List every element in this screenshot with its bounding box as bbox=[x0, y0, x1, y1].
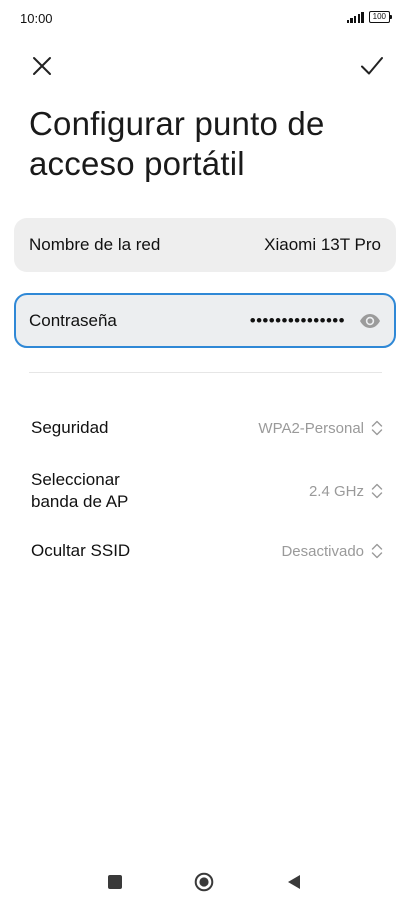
close-button[interactable] bbox=[30, 54, 54, 78]
password-label: Contraseña bbox=[29, 310, 117, 330]
band-setting[interactable]: Seleccionar banda de AP 2.4 GHz bbox=[31, 468, 383, 514]
battery-level: 100 bbox=[372, 12, 386, 21]
close-icon bbox=[33, 57, 51, 75]
network-name-label: Nombre de la red bbox=[29, 235, 161, 254]
security-setting[interactable]: Seguridad WPA2-Personal bbox=[31, 415, 383, 441]
password-value: ••••••••••••••• bbox=[249, 310, 345, 330]
security-value: WPA2-Personal bbox=[258, 419, 364, 437]
password-field[interactable]: Contraseña ••••••••••••••• bbox=[14, 293, 396, 348]
battery-icon: 100 bbox=[368, 11, 393, 23]
eye-icon[interactable] bbox=[359, 313, 381, 329]
hide-ssid-label: Ocultar SSID bbox=[31, 541, 131, 560]
band-value: 2.4 GHz bbox=[308, 482, 364, 500]
up-down-chevron-icon bbox=[371, 483, 383, 499]
checkmark-icon bbox=[361, 57, 383, 75]
page-title: Configurar punto de acceso portátil bbox=[29, 105, 325, 182]
navigation-bar bbox=[0, 854, 411, 914]
signal-bars-icon bbox=[346, 11, 364, 23]
section-divider bbox=[29, 372, 382, 373]
status-indicators: 100 bbox=[346, 11, 393, 23]
security-label: Seguridad bbox=[31, 418, 109, 437]
band-label: Seleccionar banda de AP bbox=[31, 470, 129, 511]
recents-square-icon[interactable] bbox=[108, 875, 122, 889]
confirm-button[interactable] bbox=[359, 54, 385, 78]
hide-ssid-value: Desactivado bbox=[281, 542, 364, 560]
status-time: 10:00 bbox=[20, 11, 53, 26]
network-name-value: Xiaomi 13T Pro bbox=[264, 235, 381, 254]
status-bar: 10:00 100 bbox=[0, 0, 411, 36]
hotspot-config-screen: 10:00 100 Configurar punto de acceso por… bbox=[0, 0, 411, 914]
back-triangle-icon[interactable] bbox=[287, 874, 301, 890]
up-down-chevron-icon bbox=[371, 420, 383, 436]
up-down-chevron-icon bbox=[371, 543, 383, 559]
hide-ssid-setting[interactable]: Ocultar SSID Desactivado bbox=[31, 538, 383, 564]
network-name-field[interactable]: Nombre de la red Xiaomi 13T Pro bbox=[14, 218, 396, 272]
home-circle-icon[interactable] bbox=[194, 872, 214, 892]
